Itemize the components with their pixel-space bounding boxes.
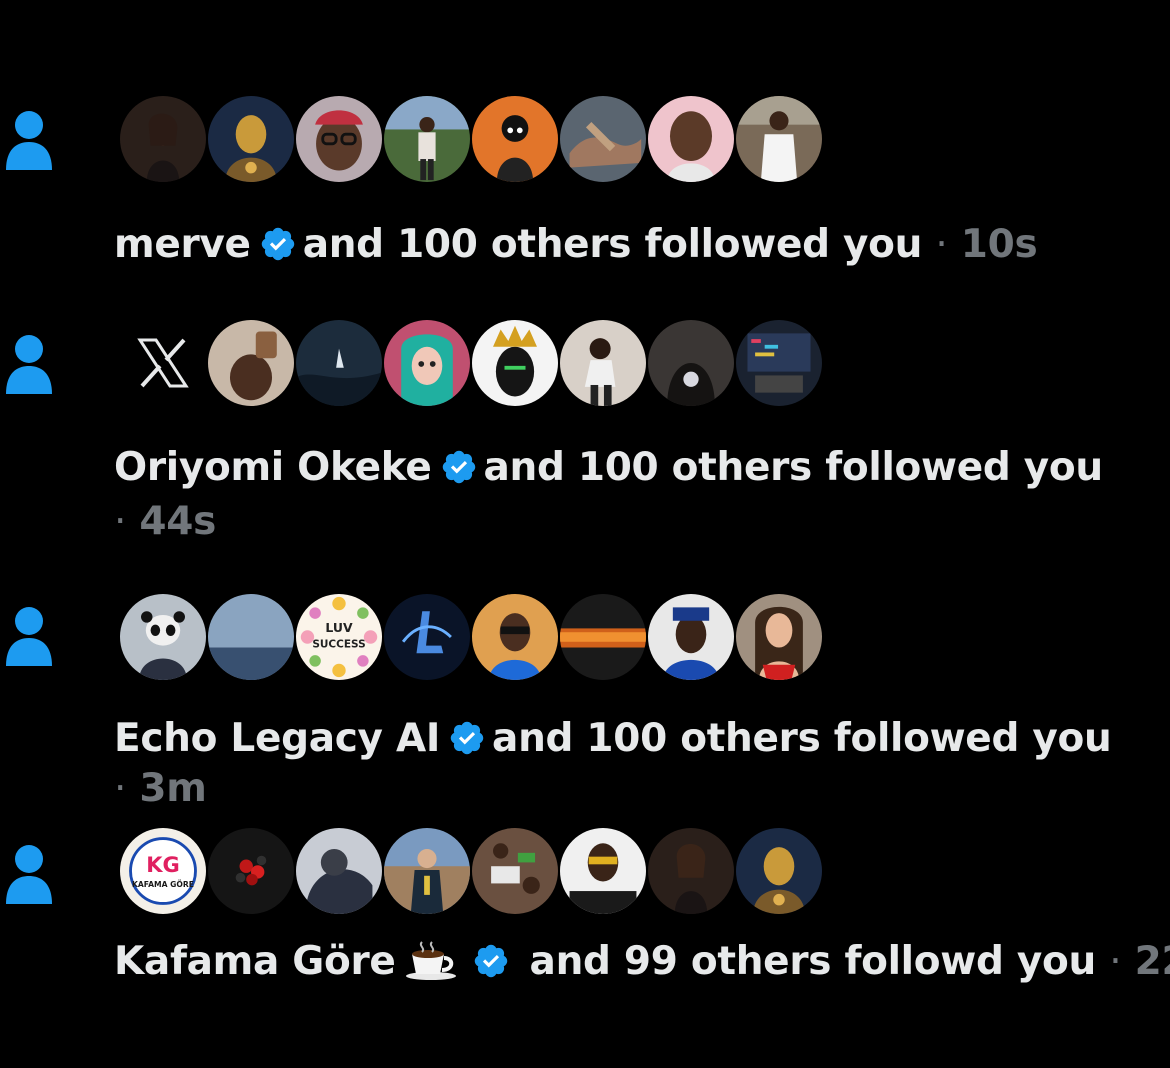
verified-badge-icon [442, 450, 475, 484]
follower-name[interactable]: Echo Legacy AI [114, 716, 440, 761]
avatar[interactable] [470, 826, 560, 916]
notification-text: merve and 100 others followed you · 10s [114, 218, 1038, 272]
notification-time-line: · 44s [114, 495, 216, 549]
avatar[interactable] [382, 826, 472, 916]
avatar[interactable] [294, 826, 384, 916]
verified-badge-icon [450, 721, 484, 755]
coffee-cup-icon [405, 941, 456, 980]
person-icon [6, 607, 52, 666]
notification-time-line: · 3m [114, 762, 207, 816]
avatar[interactable] [382, 94, 472, 184]
timestamp: 22s [1134, 939, 1170, 984]
follower-name[interactable]: merve [114, 222, 251, 267]
avatar[interactable] [118, 592, 208, 682]
action-text: and 100 others followed you [302, 222, 923, 267]
timestamp: 44s [139, 499, 216, 544]
timestamp: 10s [960, 222, 1038, 267]
avatar[interactable] [646, 318, 736, 408]
avatar-text-kg: KG [146, 852, 180, 877]
avatar-text-luv: LUV [325, 620, 353, 635]
avatar[interactable] [206, 826, 296, 916]
avatar[interactable] [558, 826, 648, 916]
avatar[interactable] [118, 94, 208, 184]
avatar[interactable] [734, 592, 824, 682]
avatar[interactable] [206, 592, 296, 682]
avatar[interactable] [646, 592, 736, 682]
notification-text: Oriyomi Okeke and 100 others followed you [114, 441, 1103, 495]
avatar-text-kafama-gore: KAFAMA GÖRE [132, 880, 194, 889]
avatar[interactable] [558, 94, 648, 184]
notification-text: Echo Legacy AI and 100 others followed yo… [114, 712, 1112, 766]
separator: · [114, 766, 127, 811]
avatar[interactable] [558, 592, 648, 682]
avatar[interactable] [382, 592, 472, 682]
person-icon [6, 335, 52, 394]
avatar[interactable] [206, 94, 296, 184]
action-text: and 100 others followed you [483, 445, 1104, 490]
person-icon [6, 111, 52, 170]
avatar[interactable] [734, 94, 824, 184]
verified-badge-icon [261, 227, 294, 261]
timestamp: 3m [139, 766, 207, 811]
avatar[interactable] [734, 318, 824, 408]
follower-name[interactable]: Kafama Göre [114, 939, 396, 984]
person-icon [6, 845, 52, 904]
follower-name[interactable]: Oriyomi Okeke [114, 445, 432, 490]
avatar[interactable] [470, 94, 560, 184]
avatar[interactable] [382, 318, 472, 408]
notification-text: Kafama Göre and 99 others followd you · … [114, 935, 1170, 989]
avatar[interactable] [734, 826, 824, 916]
avatar[interactable]: LUV SUCCESS [294, 592, 384, 682]
avatar[interactable] [646, 826, 736, 916]
separator: · [1109, 939, 1122, 984]
avatar[interactable] [294, 94, 384, 184]
separator: · [114, 499, 127, 544]
action-text: and 99 others followd you [529, 939, 1097, 984]
verified-badge-icon [474, 944, 507, 978]
avatar[interactable] [646, 94, 736, 184]
action-text: and 100 others followed you [492, 716, 1112, 761]
avatar[interactable]: KG KAFAMA GÖRE [118, 826, 208, 916]
avatar[interactable] [470, 592, 560, 682]
avatar[interactable] [470, 318, 560, 408]
avatar[interactable] [294, 318, 384, 408]
x-logo-icon[interactable] [118, 318, 208, 408]
avatar-text-success: SUCCESS [312, 639, 365, 651]
separator: · [935, 222, 948, 267]
avatar[interactable] [206, 318, 296, 408]
avatar[interactable] [558, 318, 648, 408]
